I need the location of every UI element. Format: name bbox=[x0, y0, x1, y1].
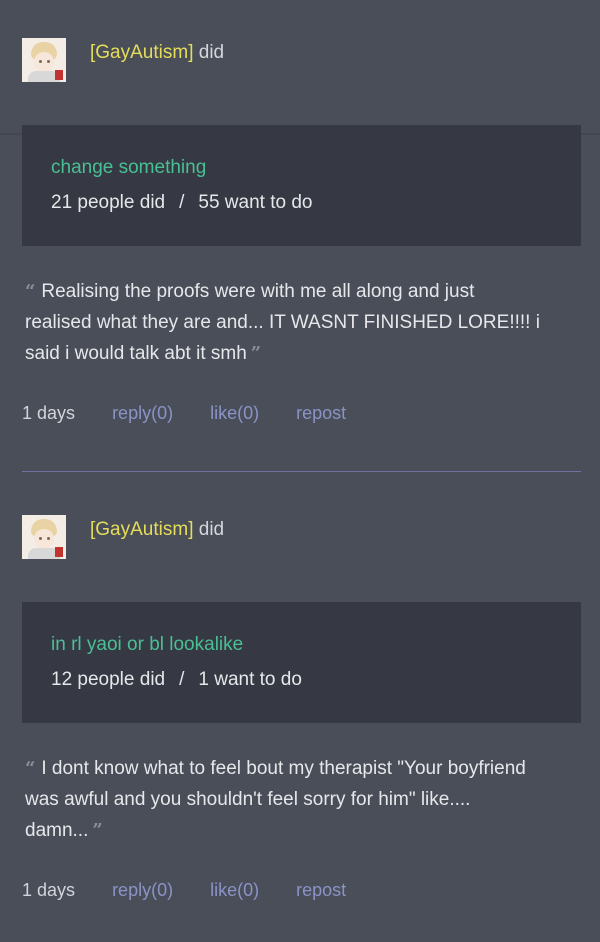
username-link[interactable]: [GayAutism] bbox=[90, 42, 193, 63]
post-time: 1 days bbox=[22, 403, 76, 423]
like-link[interactable]: like(0) bbox=[210, 403, 259, 423]
post-actions: 1 days reply(0) like(0) repost bbox=[22, 878, 378, 902]
task-title[interactable]: in rl yaoi or bl lookalike bbox=[51, 633, 243, 657]
did-text: did bbox=[198, 42, 225, 63]
task-card[interactable]: in rl yaoi or bl lookalike 12 people did… bbox=[22, 602, 581, 723]
close-quote-icon: ” bbox=[92, 820, 103, 841]
stats-separator: / bbox=[179, 669, 185, 690]
user-line: [GayAutism] did bbox=[90, 41, 224, 65]
repost-link[interactable]: repost bbox=[296, 880, 346, 900]
post-actions: 1 days reply(0) like(0) repost bbox=[22, 401, 378, 425]
task-stats: 21 people did / 55 want to do bbox=[51, 191, 312, 215]
post-quote: “Realising the proofs were with me all a… bbox=[25, 276, 545, 369]
people-did-count: 21 people did bbox=[51, 192, 166, 213]
people-did-count: 12 people did bbox=[51, 669, 166, 690]
open-quote-icon: “ bbox=[25, 281, 36, 302]
reply-link[interactable]: reply(0) bbox=[112, 880, 173, 900]
post-time: 1 days bbox=[22, 880, 76, 900]
post-header: [GayAutism] did bbox=[22, 515, 224, 559]
close-quote-icon: ” bbox=[250, 343, 262, 364]
want-to-do-count: 55 want to do bbox=[198, 192, 313, 213]
open-quote-icon: “ bbox=[25, 758, 36, 779]
want-to-do-count: 1 want to do bbox=[198, 669, 302, 690]
user-line: [GayAutism] did bbox=[90, 518, 224, 542]
task-title[interactable]: change something bbox=[51, 156, 206, 180]
reply-link[interactable]: reply(0) bbox=[112, 403, 173, 423]
did-text: did bbox=[198, 519, 225, 540]
quote-text: Realising the proofs were with me all al… bbox=[25, 281, 540, 364]
post-separator bbox=[22, 471, 581, 472]
avatar-icon[interactable] bbox=[22, 38, 66, 82]
repost-link[interactable]: repost bbox=[296, 403, 346, 423]
avatar-icon[interactable] bbox=[22, 515, 66, 559]
task-card[interactable]: change something 21 people did / 55 want t… bbox=[22, 125, 581, 246]
task-stats: 12 people did / 1 want to do bbox=[51, 668, 302, 692]
stats-separator: / bbox=[179, 192, 185, 213]
username-link[interactable]: [GayAutism] bbox=[90, 519, 193, 540]
like-link[interactable]: like(0) bbox=[210, 880, 259, 900]
post-quote: “I dont know what to feel bout my therap… bbox=[25, 753, 545, 846]
post-header: [GayAutism] did bbox=[22, 38, 224, 82]
